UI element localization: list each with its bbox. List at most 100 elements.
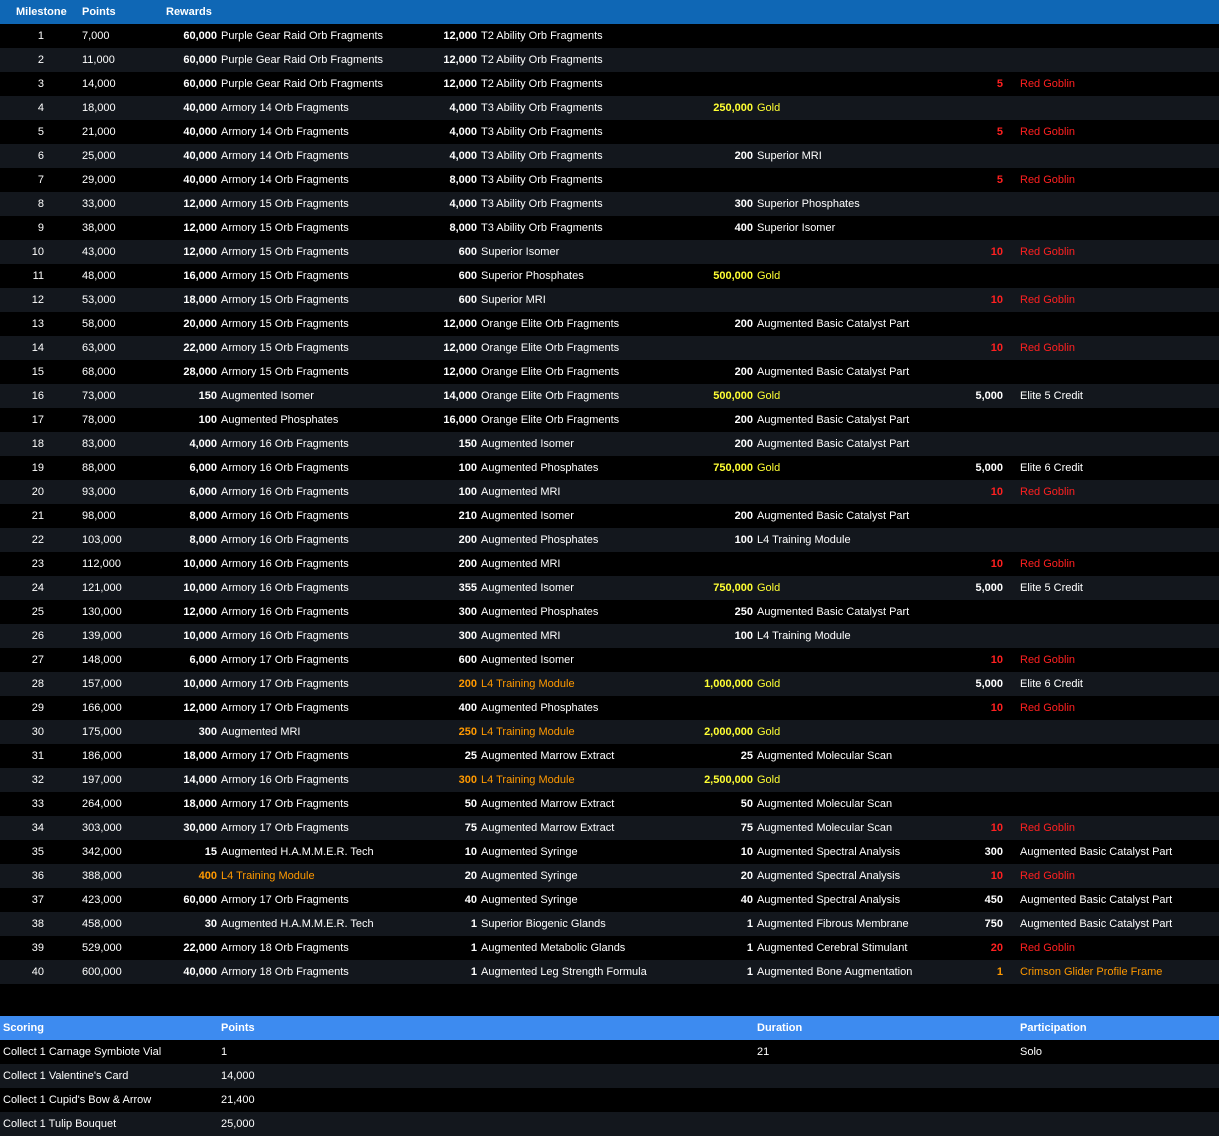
reward-name: Armory 16 Orb Fragments xyxy=(221,774,349,786)
reward-name: T3 Ability Orb Fragments xyxy=(481,102,603,114)
scoring-col-header: Scoring xyxy=(3,1022,44,1034)
reward-name: Armory 16 Orb Fragments xyxy=(221,606,349,618)
milestone-points: 264,000 xyxy=(82,798,122,810)
reward-name: Augmented Spectral Analysis xyxy=(757,870,901,882)
reward-name: Augmented Phosphates xyxy=(481,606,599,618)
reward-quantity: 5 xyxy=(996,126,1003,138)
milestone-table: Milestone Points Rewards 1 7,000 60,000 Pur… xyxy=(0,0,1219,984)
milestone-row: 40 600,000 40,000 Armory 18 Orb Fragments 1 A… xyxy=(0,960,1219,984)
reward-quantity: 10,000 xyxy=(183,558,217,570)
points-col-header: Points xyxy=(82,6,116,18)
reward-name: Armory 15 Orb Fragments xyxy=(221,246,349,258)
milestone-col-header: Milestone xyxy=(16,6,67,18)
milestone-number: 25 xyxy=(31,606,44,618)
reward-quantity: 40,000 xyxy=(183,126,217,138)
reward-quantity: 300 xyxy=(734,198,753,210)
milestone-points: 43,000 xyxy=(82,246,116,258)
milestone-number: 1 xyxy=(37,30,44,42)
milestone-points: 157,000 xyxy=(82,678,122,690)
reward-quantity: 18,000 xyxy=(183,750,217,762)
reward-name: Augmented Basic Catalyst Part xyxy=(757,318,910,330)
reward-name: Augmented H.A.M.M.E.R. Tech xyxy=(221,846,374,858)
scoring-points: 1 xyxy=(221,1046,228,1058)
reward-quantity: 2,000,000 xyxy=(704,726,753,738)
reward-name: Armory 14 Orb Fragments xyxy=(221,126,349,138)
reward-quantity: 20,000 xyxy=(183,318,217,330)
milestone-row: 30 175,000 300 Augmented MRI 250 L4 Training … xyxy=(0,720,1219,744)
scoring-activity: Collect 1 Tulip Bouquet xyxy=(3,1118,117,1130)
milestone-number: 40 xyxy=(31,966,44,978)
reward-quantity: 355 xyxy=(458,582,477,594)
milestone-number: 16 xyxy=(31,390,44,402)
milestone-points: 21,000 xyxy=(82,126,116,138)
reward-quantity: 750 xyxy=(984,918,1003,930)
reward-quantity: 10 xyxy=(990,870,1003,882)
reward-quantity: 16,000 xyxy=(443,414,477,426)
scoring-row: Collect 1 Cupid's Bow & Arrow 21,400 xyxy=(0,1088,1219,1112)
milestone-row: 25 130,000 12,000 Armory 16 Orb Fragments 30… xyxy=(0,600,1219,624)
reward-quantity: 20 xyxy=(464,870,477,882)
milestone-row: 31 186,000 18,000 Armory 17 Orb Fragments 25… xyxy=(0,744,1219,768)
reward-quantity: 10 xyxy=(990,486,1003,498)
reward-name: Superior MRI xyxy=(481,294,546,306)
milestone-number: 3 xyxy=(37,78,44,90)
milestone-number: 20 xyxy=(31,486,44,498)
reward-name: Armory 16 Orb Fragments xyxy=(221,438,349,450)
milestone-number: 15 xyxy=(31,366,44,378)
milestone-number: 14 xyxy=(31,342,44,354)
milestone-points: 166,000 xyxy=(82,702,122,714)
milestone-points: 423,000 xyxy=(82,894,122,906)
reward-quantity: 200 xyxy=(734,150,753,162)
reward-name: Gold xyxy=(757,270,781,282)
reward-quantity: 14,000 xyxy=(183,774,217,786)
milestone-number: 2 xyxy=(37,54,44,66)
milestone-row: 39 529,000 22,000 Armory 18 Orb Fragments 1 A… xyxy=(0,936,1219,960)
reward-quantity: 200 xyxy=(458,558,477,570)
reward-quantity: 200 xyxy=(734,318,753,330)
reward-name: T2 Ability Orb Fragments xyxy=(481,30,603,42)
reward-name: L4 Training Module xyxy=(757,630,851,642)
reward-name: T2 Ability Orb Fragments xyxy=(481,78,603,90)
milestone-row: 5 21,000 40,000 Armory 14 Orb Fragments 4,00… xyxy=(0,120,1219,144)
milestone-row: 17 78,000 100 Augmented Phosphates 16,000 Ora… xyxy=(0,408,1219,432)
reward-name: Armory 15 Orb Fragments xyxy=(221,222,349,234)
reward-name: Augmented H.A.M.M.E.R. Tech xyxy=(221,918,374,930)
reward-quantity: 5,000 xyxy=(975,678,1003,690)
reward-quantity: 28,000 xyxy=(183,366,217,378)
milestone-points: 93,000 xyxy=(82,486,116,498)
reward-name: Augmented Isomer xyxy=(481,438,574,450)
scoring-points: 21,400 xyxy=(221,1094,255,1106)
reward-quantity: 300 xyxy=(458,774,477,786)
reward-quantity: 1 xyxy=(470,966,477,978)
milestone-points: 88,000 xyxy=(82,462,116,474)
milestone-points: 303,000 xyxy=(82,822,122,834)
reward-quantity: 12,000 xyxy=(183,702,217,714)
reward-quantity: 1 xyxy=(470,918,477,930)
milestone-points: 600,000 xyxy=(82,966,122,978)
reward-quantity: 600 xyxy=(458,294,477,306)
reward-quantity: 600 xyxy=(458,246,477,258)
milestone-row: 20 93,000 6,000 Armory 16 Orb Fragments 100 A… xyxy=(0,480,1219,504)
milestone-row: 6 25,000 40,000 Armory 14 Orb Fragments 4,00… xyxy=(0,144,1219,168)
reward-name: Augmented Marrow Extract xyxy=(481,750,615,762)
reward-name: Superior Phosphates xyxy=(481,270,584,282)
reward-quantity: 5,000 xyxy=(975,462,1003,474)
milestone-row: 37 423,000 60,000 Armory 17 Orb Fragments 40… xyxy=(0,888,1219,912)
reward-name: Red Goblin xyxy=(1020,78,1076,90)
reward-quantity: 60,000 xyxy=(183,54,217,66)
reward-quantity: 1 xyxy=(996,966,1003,978)
reward-quantity: 6,000 xyxy=(189,486,217,498)
reward-name: Augmented Marrow Extract xyxy=(481,822,615,834)
reward-name: Red Goblin xyxy=(1020,294,1076,306)
reward-name: Gold xyxy=(757,774,781,786)
reward-quantity: 18,000 xyxy=(183,798,217,810)
milestone-row: 15 68,000 28,000 Armory 15 Orb Fragments 12,… xyxy=(0,360,1219,384)
reward-quantity: 600 xyxy=(458,270,477,282)
milestone-row: 1 7,000 60,000 Purple Gear Raid Orb Fragmen… xyxy=(0,24,1219,48)
reward-name: Purple Gear Raid Orb Fragments xyxy=(221,78,384,90)
reward-quantity: 40,000 xyxy=(183,102,217,114)
milestone-number: 24 xyxy=(31,582,44,594)
reward-name: Armory 15 Orb Fragments xyxy=(221,270,349,282)
milestone-row: 18 83,000 4,000 Armory 16 Orb Fragments 150 A… xyxy=(0,432,1219,456)
reward-name: Red Goblin xyxy=(1020,702,1076,714)
